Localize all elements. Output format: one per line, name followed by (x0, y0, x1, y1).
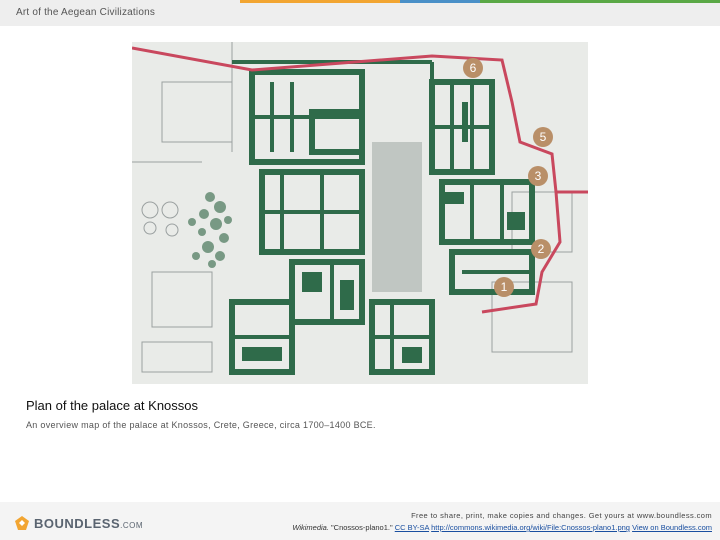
marker-2: 2 (538, 242, 545, 256)
source-title: "Cnossos-plano1." (331, 523, 393, 532)
boundless-logo-icon (15, 516, 29, 530)
caption-title: Plan of the palace at Knossos (26, 398, 199, 413)
brand-suffix: .COM (120, 520, 144, 530)
knossos-plan-image: 6 5 3 2 1 (132, 42, 588, 384)
marker-3: 3 (535, 169, 542, 183)
accent-stripe-green (480, 0, 720, 3)
source-name: Wikimedia. (292, 523, 329, 532)
top-bar: Art of the Aegean Civilizations (0, 0, 720, 26)
attribution: Wikimedia. "Cnossos-plano1." CC BY-SA ht… (292, 523, 712, 532)
slide-title: Art of the Aegean Civilizations (16, 7, 156, 18)
source-link[interactable]: http://commons.wikimedia.org/wiki/File:C… (431, 523, 630, 532)
view-on-boundless-link[interactable]: View on Boundless.com (632, 523, 712, 532)
boundless-logo[interactable]: BOUNDLESS.COM (14, 515, 143, 531)
caption-description: An overview map of the palace at Knossos… (26, 420, 376, 430)
knossos-plan-drawing: 6 5 3 2 1 (132, 42, 588, 384)
brand-name: BOUNDLESS (34, 515, 121, 531)
free-share-notice: Free to share, print, make copies and ch… (411, 511, 712, 520)
marker-5: 5 (540, 130, 547, 144)
accent-stripe-blue (400, 0, 480, 3)
license-link[interactable]: CC BY-SA (395, 523, 429, 532)
boundless-logo-text: BOUNDLESS.COM (34, 516, 143, 531)
marker-6: 6 (470, 61, 477, 75)
marker-1: 1 (501, 280, 508, 294)
accent-stripe-orange (240, 0, 400, 3)
